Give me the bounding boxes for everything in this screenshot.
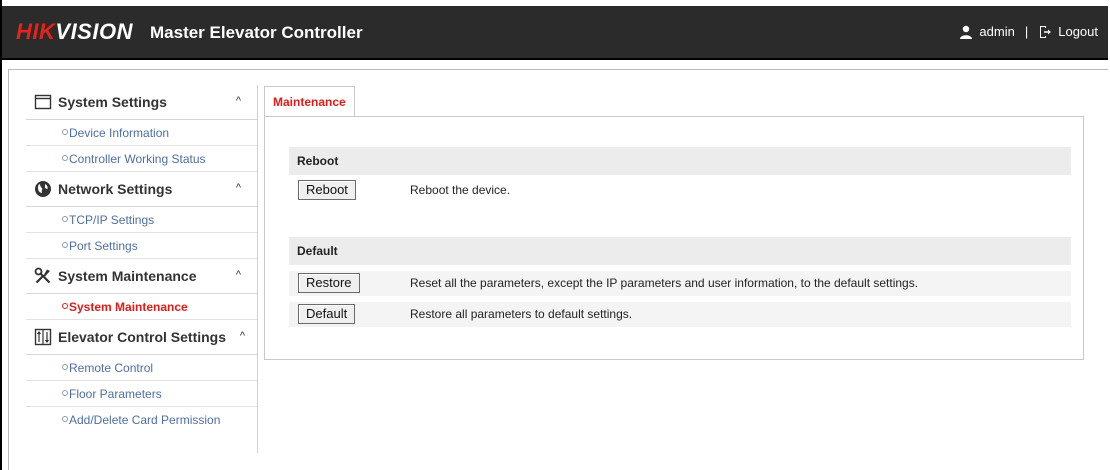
sidebar-group-label: Network Settings: [58, 181, 173, 197]
sidebar-item-add-delete-card-permission[interactable]: Add/Delete Card Permission: [26, 407, 257, 432]
restore-description: Reset all the parameters, except the IP …: [410, 276, 919, 290]
brand-logo: HIKVISION: [16, 19, 133, 44]
maintenance-panel: Reboot Reboot Reboot the device. Default…: [264, 116, 1084, 360]
reboot-row: Reboot Reboot the device.: [289, 178, 1071, 203]
logout-link[interactable]: Logout: [1058, 24, 1098, 40]
header-separator: |: [1024, 24, 1029, 39]
sidebar-item-label: System Maintenance: [69, 300, 188, 314]
sidebar-item-device-information[interactable]: Device Information: [26, 120, 257, 146]
bullet-icon: [62, 216, 68, 222]
chevron-up-icon[interactable]: ^: [236, 182, 241, 194]
default-section-title: Default: [289, 237, 1071, 265]
sidebar-item-label: Add/Delete Card Permission: [69, 413, 221, 427]
sidebar-item-label: Floor Parameters: [69, 387, 162, 401]
default-row: Default Restore all parameters to defaul…: [289, 302, 1071, 327]
sidebar-item-label: Port Settings: [69, 239, 138, 253]
elevator-icon: [34, 328, 52, 346]
sidebar-item-label: Device Information: [69, 126, 170, 140]
chevron-up-icon[interactable]: ^: [236, 269, 241, 281]
bullet-icon: [62, 390, 68, 396]
sidebar-group-elevator-control-settings[interactable]: Elevator Control Settings ^: [26, 320, 257, 355]
tools-icon: [34, 267, 52, 285]
reboot-button[interactable]: Reboot: [298, 180, 356, 200]
sidebar-item-tcpip-settings[interactable]: TCP/IP Settings: [26, 207, 257, 233]
user-icon: [959, 25, 973, 39]
sidebar-group-system-settings[interactable]: System Settings ^: [26, 85, 257, 120]
bullet-icon: [62, 364, 68, 370]
globe-icon: [34, 180, 52, 198]
sidebar-item-floor-parameters[interactable]: Floor Parameters: [26, 381, 257, 407]
chevron-up-icon[interactable]: ^: [236, 95, 241, 107]
sidebar-group-label: System Settings: [58, 94, 167, 110]
window-icon: [34, 93, 52, 111]
sidebar-item-port-settings[interactable]: Port Settings: [26, 233, 257, 259]
logout-icon[interactable]: [1038, 25, 1052, 39]
top-header: HIKVISION Master Elevator Controller adm…: [2, 6, 1108, 60]
sidebar-item-system-maintenance[interactable]: System Maintenance: [26, 294, 257, 320]
bullet-icon: [62, 416, 68, 422]
sidebar-item-controller-working-status[interactable]: Controller Working Status: [26, 146, 257, 172]
chevron-up-icon[interactable]: ^: [240, 330, 245, 342]
bullet-icon: [62, 155, 68, 161]
restore-button[interactable]: Restore: [298, 273, 360, 293]
sidebar-nav: System Settings ^ Device Information Con…: [26, 85, 257, 432]
sidebar-item-label: TCP/IP Settings: [69, 213, 155, 227]
sidebar-item-label: Remote Control: [69, 361, 154, 375]
tab-maintenance[interactable]: Maintenance: [264, 86, 355, 117]
bullet-icon: [62, 303, 68, 309]
user-area: admin | Logout: [959, 24, 1098, 40]
username-label[interactable]: admin: [979, 24, 1014, 40]
sidebar-item-label: Controller Working Status: [69, 152, 206, 166]
sidebar-item-remote-control[interactable]: Remote Control: [26, 355, 257, 381]
reboot-description: Reboot the device.: [410, 183, 511, 197]
sidebar-group-label: System Maintenance: [58, 268, 197, 284]
sidebar-group-network-settings[interactable]: Network Settings ^: [26, 172, 257, 207]
app-title: Master Elevator Controller: [150, 23, 363, 42]
reboot-section-title: Reboot: [289, 147, 1071, 175]
sidebar-divider: [257, 85, 258, 453]
sidebar-group-label: Elevator Control Settings: [58, 329, 227, 345]
restore-row: Restore Reset all the parameters, except…: [289, 271, 1071, 296]
default-description: Restore all parameters to default settin…: [410, 307, 633, 321]
sidebar-group-system-maintenance[interactable]: System Maintenance ^: [26, 259, 257, 294]
default-button[interactable]: Default: [298, 304, 356, 324]
bullet-icon: [62, 129, 68, 135]
bullet-icon: [62, 242, 68, 248]
